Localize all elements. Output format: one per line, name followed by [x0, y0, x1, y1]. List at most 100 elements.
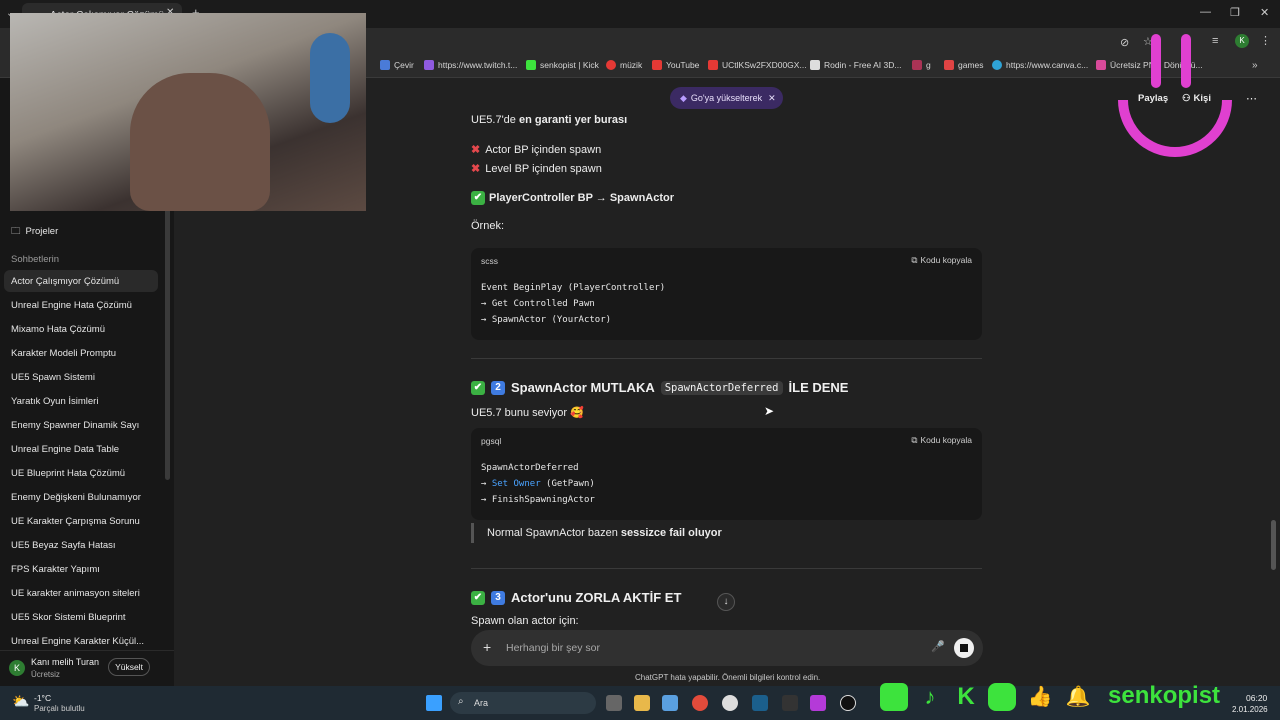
scroll-down-button[interactable]: ↓ — [717, 593, 735, 611]
number-badge: 3 — [491, 590, 505, 605]
bookmark-item[interactable]: müzik — [606, 60, 642, 70]
sidebar-chat-item[interactable]: UE5 Skor Sistemi Blueprint — [4, 606, 158, 628]
bookmark-item[interactable]: YouTube — [652, 60, 699, 70]
chatgpt-icon[interactable] — [722, 695, 738, 711]
divider — [471, 568, 982, 569]
code-line: → SpawnActor (YourActor) — [481, 315, 612, 325]
tiktok-icon: ♪ — [924, 684, 936, 709]
sidebar-chat-item[interactable]: UE karakter animasyon siteleri — [4, 582, 158, 604]
close-icon[interactable]: ✕ — [768, 93, 776, 103]
composer-placeholder: Herhangi bir şey sor — [506, 642, 600, 654]
plus-icon[interactable]: + — [483, 639, 491, 655]
sidebar-chat-item[interactable]: UE5 Beyaz Sayfa Hatası — [4, 534, 158, 556]
cross-icon: ✖ — [471, 144, 481, 156]
message-composer[interactable]: + Herhangi bir şey sor 🎤 — [471, 630, 983, 666]
steam-icon[interactable] — [752, 695, 768, 711]
sidebar-chat-item[interactable]: UE Karakter Çarpışma Sorunu — [4, 510, 158, 532]
code-line: SpawnActorDeferred — [481, 463, 579, 473]
app-icon[interactable] — [810, 695, 826, 711]
sidebar-projects[interactable]: 🗀 Projeler — [4, 218, 158, 240]
main-scrollbar[interactable] — [1271, 520, 1276, 570]
user-footer[interactable]: K Kanı melih Turan Ücretsiz Yükselt — [0, 650, 174, 686]
upgrade-pill[interactable]: ◆ Go'ya yükselterek ✕ — [670, 87, 783, 109]
intro-text: UE5.7'de en garanti yer burası — [471, 114, 628, 126]
copy-code-button[interactable]: ⧉ Kodu kopyala — [911, 435, 972, 446]
close-window-icon[interactable]: ✕ — [1260, 6, 1269, 19]
sidebar-chat-item[interactable]: Yaratık Oyun İsimleri — [4, 390, 158, 412]
code-line: Event BeginPlay (PlayerController) — [481, 283, 666, 293]
section-heading: ✔ 2 SpawnActor MUTLAKA SpawnActorDeferred… — [471, 380, 848, 395]
mouse-cursor-icon: ➤ — [764, 404, 775, 418]
copy-icon: ⧉ — [911, 435, 918, 445]
search-icon: ⌕ — [458, 696, 464, 707]
chrome-icon[interactable] — [692, 695, 708, 711]
sidebar-chat-item[interactable]: Unreal Engine Data Table — [4, 438, 158, 460]
windows-start-icon[interactable] — [426, 695, 442, 711]
epic-games-icon[interactable] — [782, 695, 798, 711]
inline-code: SpawnActorDeferred — [660, 380, 783, 395]
cross-icon: ✖ — [471, 163, 481, 175]
bookmark-item[interactable]: games — [944, 60, 984, 70]
task-view-icon[interactable] — [606, 695, 622, 711]
png-icon — [1096, 60, 1106, 70]
sidebar-chat-item[interactable]: UE Blueprint Hata Çözümü — [4, 462, 158, 484]
weather-icon: ⛅ — [12, 693, 30, 709]
taskbar-search[interactable]: ⌕ Ara — [450, 692, 596, 714]
like-icon: 👍 — [1027, 686, 1053, 708]
bookmark-item[interactable]: Çevir — [380, 60, 414, 70]
user-name: Kanı melih Turan — [31, 657, 100, 667]
browser-menu-icon[interactable]: ⋮ — [1260, 34, 1271, 47]
bookmark-item[interactable]: UCtlKSw2FXD00GX... — [708, 60, 807, 70]
minimize-icon[interactable]: — — [1200, 6, 1211, 18]
bookmarks-overflow-icon[interactable]: » — [1252, 60, 1258, 71]
user-plan: Ücretsiz — [31, 670, 60, 679]
maximize-icon[interactable]: ❐ — [1230, 6, 1240, 19]
sidebar-chat-item[interactable]: Enemy Değişkeni Bulunamıyor — [4, 486, 158, 508]
bookmark-item[interactable]: https://www.canva.c... — [992, 60, 1088, 70]
more-options-icon[interactable]: ⋯ — [1246, 92, 1257, 105]
sidebar-chat-item[interactable]: Karakter Modeli Promptu — [4, 342, 158, 364]
youtube-logo-icon — [988, 683, 1016, 711]
copy-icon: ⧉ — [911, 255, 918, 265]
code-block: scss ⧉ Kodu kopyala Event BeginPlay (Play… — [471, 248, 982, 340]
good-option: ✔ PlayerController BP → SpawnActor — [471, 191, 674, 205]
site-icon — [912, 60, 922, 70]
bookmark-item[interactable]: senkopist | Kick — [526, 60, 599, 70]
search-label: Ara — [474, 698, 489, 708]
logo-smile-shape — [1118, 99, 1232, 157]
stop-button[interactable] — [954, 638, 974, 658]
sparkle-icon: ◆ — [680, 93, 687, 103]
channel-name: senkopist — [1108, 682, 1221, 709]
weather-temp: -1°C — [34, 693, 52, 703]
sidebar-chat-item[interactable]: Mixamo Hata Çözümü — [4, 318, 158, 340]
file-explorer-icon[interactable] — [634, 695, 650, 711]
quote-text: Normal SpawnActor bazen sessizce fail ol… — [487, 527, 722, 539]
sidebar-chat-item[interactable]: Unreal Engine Karakter Küçül... — [4, 630, 158, 652]
microphone-icon[interactable]: 🎤 — [931, 640, 945, 653]
upgrade-button[interactable]: Yükselt — [108, 658, 150, 676]
translate-icon — [380, 60, 390, 70]
bookmark-item[interactable]: g — [912, 60, 931, 70]
chats-heading: Sohbetlerin — [11, 254, 60, 265]
store-icon[interactable] — [662, 695, 678, 711]
bookmark-item[interactable]: Rodin - Free AI 3D... — [810, 60, 901, 70]
sidebar-chat-item[interactable]: Actor Çalışmıyor Çözümü — [4, 270, 158, 292]
game-icon — [944, 60, 954, 70]
example-label: Örnek: — [471, 220, 505, 232]
clock-date: 2.01.2026 — [1232, 705, 1268, 714]
sidebar-chat-item[interactable]: Enemy Spawner Dinamik Sayı — [4, 414, 158, 436]
code-line: → FinishSpawningActor — [481, 495, 595, 505]
youtube-music-icon — [606, 60, 616, 70]
folder-icon: 🗀 — [11, 226, 21, 237]
canva-icon — [992, 60, 1002, 70]
copy-code-button[interactable]: ⧉ Kodu kopyala — [911, 255, 972, 266]
bell-icon: 🔔 — [1065, 686, 1091, 708]
sidebar-chat-item[interactable]: FPS Karakter Yapımı — [4, 558, 158, 580]
quote-bar — [471, 523, 474, 543]
unreal-engine-icon[interactable] — [840, 695, 856, 711]
bookmark-item[interactable]: https://www.twitch.t... — [424, 60, 517, 70]
sidebar-chat-item[interactable]: Unreal Engine Hata Çözümü — [4, 294, 158, 316]
sidebar-chat-item[interactable]: UE5 Spawn Sistemi — [4, 366, 158, 388]
profile-avatar[interactable]: K — [1235, 34, 1249, 48]
bad-option: ✖ Actor BP içinden spawn — [471, 144, 602, 156]
